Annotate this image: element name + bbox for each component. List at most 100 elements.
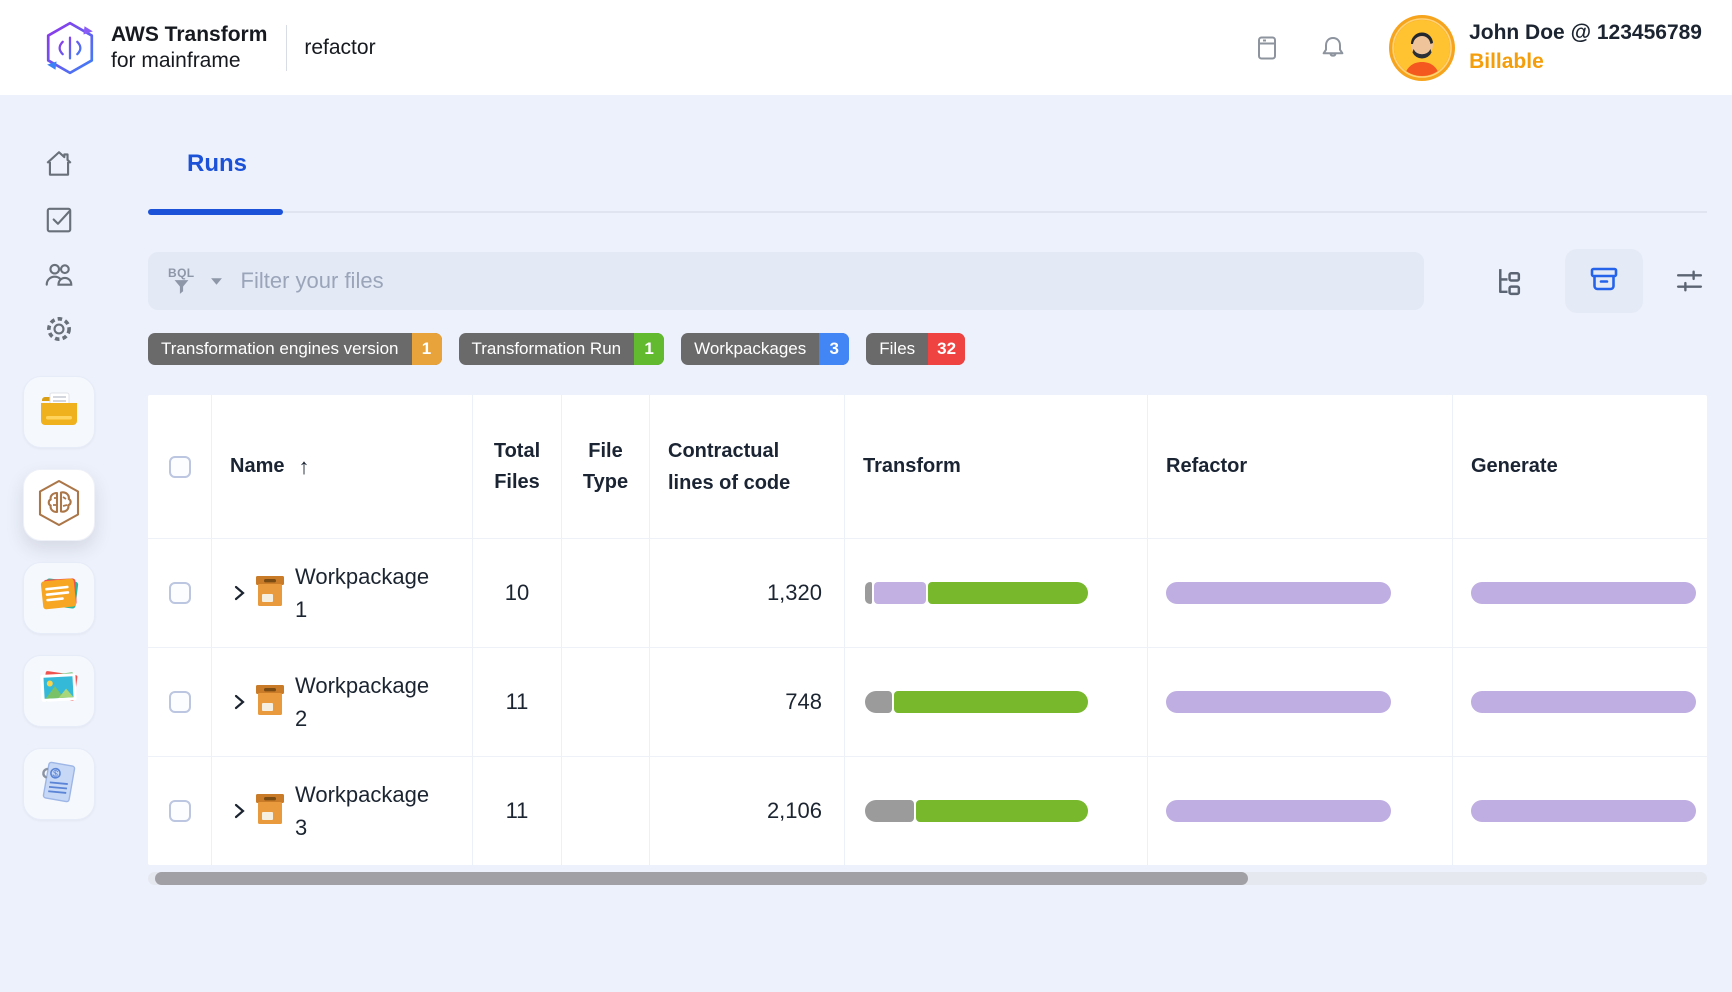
gallery-button[interactable] xyxy=(23,655,95,727)
view-toggle-group xyxy=(1489,249,1707,313)
transform-brain-button[interactable] xyxy=(23,469,95,541)
total-files-value: 11 xyxy=(472,757,561,865)
file-type-value xyxy=(561,757,649,865)
row-checkbox[interactable] xyxy=(169,691,191,713)
transform-progress-bar[interactable] xyxy=(865,691,1088,713)
runs-table: Name ↑ Total Files File Type Contractual… xyxy=(148,395,1707,865)
chip-transformation-engines-version[interactable]: Transformation engines version 1 xyxy=(148,333,442,365)
gallery-images-icon xyxy=(36,669,82,714)
workpackage-name[interactable]: Workpackage 2 xyxy=(295,669,447,735)
brand-line-1: AWS Transform xyxy=(111,22,267,48)
app-name: refactor xyxy=(304,36,375,60)
generate-progress-bar[interactable] xyxy=(1471,691,1696,713)
column-label: Name xyxy=(230,455,284,478)
bql-label: BQL xyxy=(168,267,195,279)
settings-gear-icon[interactable] xyxy=(42,312,76,346)
chip-files[interactable]: Files 32 xyxy=(866,333,965,365)
filter-toolbar: BQL Filter your files xyxy=(148,249,1707,313)
file-type-value xyxy=(561,539,649,647)
refactor-progress-bar[interactable] xyxy=(1166,800,1391,822)
docs-icon[interactable] xyxy=(1252,33,1282,63)
transform-brain-hexagon-icon xyxy=(36,478,82,533)
refactor-progress-bar[interactable] xyxy=(1166,582,1391,604)
workpackage-box-icon xyxy=(255,792,285,831)
file-type-value xyxy=(561,648,649,756)
archive-view-button[interactable] xyxy=(1565,249,1643,313)
generate-progress-bar[interactable] xyxy=(1471,800,1696,822)
tree-view-icon[interactable] xyxy=(1489,263,1525,299)
refactor-progress-bar[interactable] xyxy=(1166,691,1391,713)
workpackage-box-icon xyxy=(255,683,285,722)
workpackage-name[interactable]: Workpackage 1 xyxy=(295,560,447,626)
chevron-right-icon[interactable] xyxy=(230,692,248,712)
notes-stack-icon xyxy=(36,575,82,622)
chip-workpackages[interactable]: Workpackages 3 xyxy=(681,333,849,365)
column-label: Refactor xyxy=(1166,455,1247,478)
column-label: Generate xyxy=(1471,455,1558,478)
user-info[interactable]: John Doe @ 123456789 Billable xyxy=(1469,19,1702,76)
column-label: Contractual lines of code xyxy=(668,435,813,499)
bql-funnel-icon[interactable]: BQL xyxy=(168,267,195,296)
column-label: File Type xyxy=(577,436,635,498)
column-header-file-type[interactable]: File Type xyxy=(561,395,649,538)
column-header-generate[interactable]: Generate xyxy=(1452,395,1707,538)
brand-line-2: for mainframe xyxy=(111,48,267,74)
tab-runs[interactable]: Runs xyxy=(187,151,247,177)
table-header-row: Name ↑ Total Files File Type Contractual… xyxy=(148,395,1707,538)
workpackage-name[interactable]: Workpackage 3 xyxy=(295,778,447,844)
sort-ascending-icon[interactable]: ↑ xyxy=(298,454,309,480)
chip-transformation-run[interactable]: Transformation Run 1 xyxy=(459,333,665,365)
tab-divider xyxy=(148,211,1707,213)
notifications-bell-icon[interactable] xyxy=(1318,33,1348,63)
total-files-value: 10 xyxy=(472,539,561,647)
table-row-workpackage-2: Workpackage 2 11 748 xyxy=(148,647,1707,756)
total-files-value: 11 xyxy=(472,648,561,756)
home-icon[interactable] xyxy=(42,147,76,181)
row-checkbox[interactable] xyxy=(169,582,191,604)
contractual-lines-value: 1,320 xyxy=(649,539,844,647)
users-icon[interactable] xyxy=(42,257,76,291)
column-header-refactor[interactable]: Refactor xyxy=(1147,395,1452,538)
filter-files-input[interactable]: BQL Filter your files xyxy=(148,252,1424,310)
chevron-right-icon[interactable] xyxy=(230,583,248,603)
billing-receipt-icon: $ xyxy=(38,759,80,810)
row-checkbox[interactable] xyxy=(169,800,191,822)
sliders-icon[interactable] xyxy=(1671,263,1707,299)
chip-count-badge: 3 xyxy=(819,333,849,365)
contractual-lines-value: 2,106 xyxy=(649,757,844,865)
billing-button[interactable]: $ xyxy=(23,748,95,820)
horizontal-scrollbar-thumb[interactable] xyxy=(155,872,1248,885)
caret-down-icon[interactable] xyxy=(210,277,223,286)
chip-label: Transformation Run xyxy=(459,333,635,365)
generate-progress-bar[interactable] xyxy=(1471,582,1696,604)
chip-count-badge: 32 xyxy=(928,333,965,365)
user-billing-status: Billable xyxy=(1469,48,1702,76)
table-row-workpackage-1: Workpackage 1 10 1,320 xyxy=(148,538,1707,647)
top-header: AWS Transform for mainframe refactor xyxy=(0,0,1732,95)
column-header-transform[interactable]: Transform xyxy=(844,395,1147,538)
tasks-check-icon[interactable] xyxy=(42,202,76,236)
column-header-contractual-lines[interactable]: Contractual lines of code xyxy=(649,395,844,538)
chevron-right-icon[interactable] xyxy=(230,801,248,821)
header-checkbox-cell xyxy=(148,395,211,538)
documents-folder-icon xyxy=(37,391,81,434)
chip-label: Transformation engines version xyxy=(148,333,412,365)
filter-placeholder: Filter your files xyxy=(241,268,384,294)
column-label: Total Files xyxy=(488,436,546,498)
main-content: Runs BQL Filter your files xyxy=(118,95,1732,992)
chip-count-badge: 1 xyxy=(412,333,442,365)
transform-progress-bar[interactable] xyxy=(865,800,1088,822)
column-header-name[interactable]: Name ↑ xyxy=(211,395,472,538)
left-sidebar: $ xyxy=(0,95,118,992)
column-header-total-files[interactable]: Total Files xyxy=(472,395,561,538)
chip-count-badge: 1 xyxy=(634,333,664,365)
filter-chips-row: Transformation engines version 1 Transfo… xyxy=(148,333,1707,365)
documents-folder-button[interactable] xyxy=(23,376,95,448)
table-row-workpackage-3: Workpackage 3 11 2,106 xyxy=(148,756,1707,865)
transform-progress-bar[interactable] xyxy=(865,582,1088,604)
notes-button[interactable] xyxy=(23,562,95,634)
user-avatar[interactable] xyxy=(1388,14,1456,82)
header-divider xyxy=(286,25,287,71)
select-all-checkbox[interactable] xyxy=(169,456,191,478)
workpackage-box-icon xyxy=(255,574,285,613)
